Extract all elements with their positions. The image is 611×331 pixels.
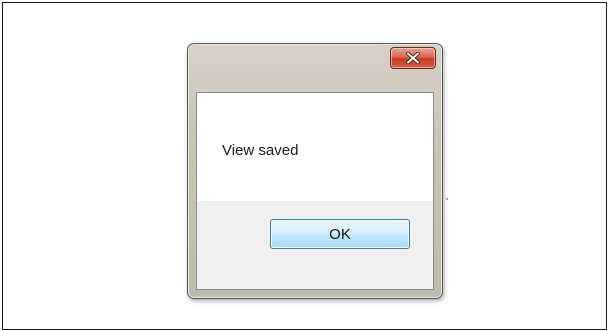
- close-button[interactable]: [390, 47, 436, 69]
- close-icon: [406, 52, 420, 64]
- dialog-titlebar[interactable]: [188, 44, 442, 90]
- dialog-client-area: View saved: [196, 92, 434, 290]
- dialog-message: View saved: [222, 142, 299, 159]
- message-area: View saved: [197, 93, 433, 201]
- ok-button[interactable]: OK: [270, 219, 410, 249]
- message-dialog: View saved OK: [187, 43, 443, 299]
- background-divider: [446, 198, 448, 200]
